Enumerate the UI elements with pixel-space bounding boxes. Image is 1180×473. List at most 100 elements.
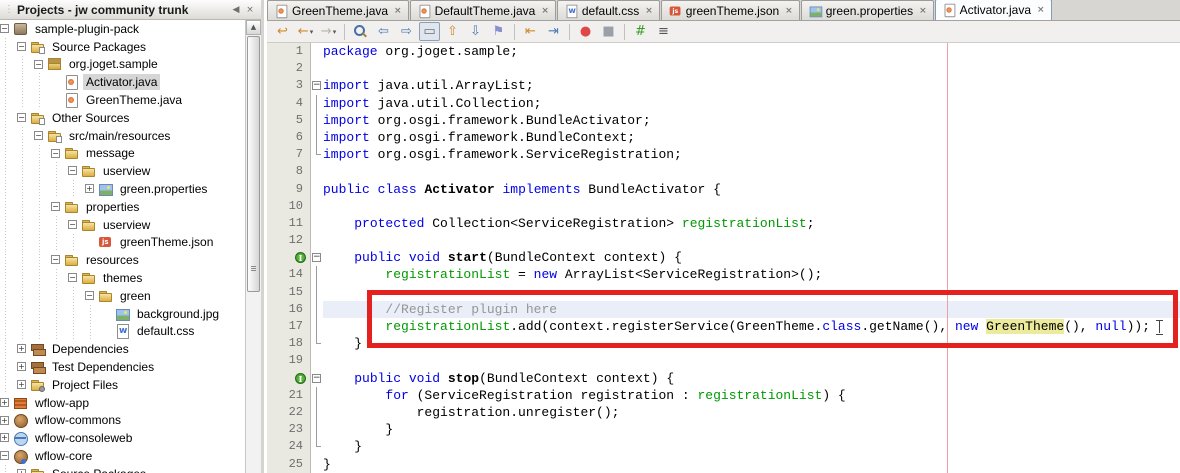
scroll-up-icon[interactable]: ▲ [246, 20, 261, 35]
toggle-highlight-search-icon[interactable]: ▭ [419, 22, 440, 41]
previous-bookmark-icon[interactable]: ⇧ [442, 22, 463, 41]
fold-column[interactable] [311, 94, 323, 112]
expander-icon[interactable]: + [0, 433, 9, 443]
fold-column[interactable] [311, 438, 323, 455]
tree-item-activator-java[interactable]: Activator.java [0, 73, 245, 92]
tree-item-wflow-commons[interactable]: + wflow-commons [0, 412, 245, 430]
implements-badge-icon[interactable]: I [295, 372, 306, 384]
expander-icon[interactable]: − [17, 41, 26, 51]
tree-item-wflow-core[interactable]: − wflow-core [0, 447, 245, 465]
fold-column[interactable] [311, 266, 323, 284]
find-selection-icon[interactable] [350, 22, 371, 41]
tab-green-properties[interactable]: green.properties × [800, 0, 934, 20]
tree-item-src-main-resources[interactable]: − src/main/resources [0, 126, 245, 145]
fold-column[interactable] [311, 181, 323, 198]
tab-greentheme-java[interactable]: GreenTheme.java × [267, 0, 409, 20]
tree-scrollbar[interactable]: ▲ [245, 20, 261, 473]
expander-icon[interactable]: + [0, 397, 9, 407]
fold-column[interactable] [311, 386, 323, 404]
fold-column[interactable] [311, 163, 323, 180]
close-icon[interactable]: × [243, 5, 257, 15]
fold-column[interactable] [311, 111, 323, 129]
expander-icon[interactable]: + [0, 415, 9, 425]
fold-column[interactable] [311, 300, 323, 318]
expander-icon[interactable]: − [68, 219, 77, 229]
dock-window-icon[interactable]: ◀ [229, 5, 243, 15]
fold-column[interactable] [311, 335, 323, 352]
toggle-bookmark-icon[interactable]: ⚑ [488, 22, 509, 41]
find-previous-icon[interactable]: ⇦ [373, 22, 394, 41]
tree-item-resources[interactable]: − resources [0, 251, 245, 270]
fold-collapse-icon[interactable]: − [312, 253, 321, 263]
record-macro-icon[interactable]: ● [575, 22, 596, 41]
tree-item-userview[interactable]: − userview [0, 162, 245, 181]
tree-item-source-packages[interactable]: + Source Packages [0, 464, 245, 473]
fold-column[interactable] [311, 421, 323, 439]
fold-collapse-icon[interactable]: − [312, 81, 321, 91]
tree-item-other-sources[interactable]: − Other Sources [0, 108, 245, 127]
fold-column[interactable] [311, 215, 323, 232]
next-bookmark-icon[interactable]: ⇩ [465, 22, 486, 41]
fold-column[interactable]: − [311, 249, 323, 266]
fold-column[interactable] [311, 318, 323, 336]
expander-icon[interactable]: − [0, 451, 9, 461]
tab-greentheme-json[interactable]: greenTheme.json × [660, 0, 800, 20]
tree-item-themes[interactable]: − themes [0, 269, 245, 287]
fold-column[interactable] [311, 232, 323, 249]
expander-icon[interactable]: − [85, 290, 94, 300]
fold-column[interactable] [311, 283, 323, 301]
tab-close-icon[interactable]: × [645, 6, 653, 16]
tree-item-green-properties[interactable]: + green.properties [0, 180, 245, 198]
fold-column[interactable] [311, 60, 323, 77]
expander-icon[interactable]: − [17, 112, 26, 122]
tab-activator-java[interactable]: Activator.java × [934, 0, 1052, 20]
find-next-icon[interactable]: ⇨ [396, 22, 417, 41]
fold-column[interactable] [311, 43, 323, 60]
expander-icon[interactable]: + [17, 468, 26, 473]
fold-column[interactable]: − [311, 77, 323, 94]
code-editor[interactable]: 1 package org.joget.sample; 2 3− import java… [267, 43, 1180, 473]
tree-item-greentheme-java[interactable]: GreenTheme.java [0, 91, 245, 109]
fold-column[interactable] [311, 403, 323, 422]
tree-item-background-jpg[interactable]: background.jpg [0, 304, 245, 323]
fold-column[interactable]: − [311, 370, 323, 387]
implements-badge-icon[interactable]: I [295, 252, 306, 264]
expander-icon[interactable]: + [17, 344, 26, 354]
tree-item-source-packages[interactable]: − Source Packages [0, 37, 245, 56]
tab-close-icon[interactable]: × [785, 6, 793, 16]
tree-item-wflow-consoleweb[interactable]: + wflow-consoleweb [0, 429, 245, 447]
last-edit-location-icon[interactable]: ↩ [272, 22, 293, 41]
tree-item-project-files[interactable]: + Project Files [0, 375, 245, 394]
tree-item-test-dependencies[interactable]: + Test Dependencies [0, 358, 245, 376]
tab-close-icon[interactable]: × [394, 6, 402, 16]
uncomment-icon[interactable]: ≡ [653, 22, 674, 41]
dropdown-caret-icon[interactable]: ▾ [310, 28, 314, 36]
forward-icon[interactable]: → ▾ [318, 22, 339, 41]
tree-item-properties[interactable]: − properties [0, 197, 245, 216]
scrollbar-thumb[interactable] [247, 36, 260, 292]
expander-icon[interactable]: − [51, 255, 60, 265]
fold-column[interactable] [311, 456, 323, 473]
tree-item-dependencies[interactable]: + Dependencies [0, 340, 245, 359]
expander-icon[interactable]: − [0, 24, 9, 33]
stop-macro-icon[interactable]: ■ [598, 22, 619, 41]
comment-icon[interactable]: # [630, 22, 651, 41]
back-icon[interactable]: ← ▾ [295, 22, 316, 41]
fold-column[interactable] [311, 198, 323, 215]
fold-column[interactable] [311, 146, 323, 163]
tree-item-org-joget-sample[interactable]: − org.joget.sample [0, 55, 245, 74]
shift-right-icon[interactable]: ⇥ [543, 22, 564, 41]
tree-item-userview[interactable]: − userview [0, 215, 245, 234]
tab-default-css[interactable]: default.css × [556, 0, 660, 20]
expander-icon[interactable]: − [68, 166, 77, 176]
tree-item-default-css[interactable]: default.css [0, 322, 245, 341]
shift-left-icon[interactable]: ⇤ [520, 22, 541, 41]
tab-close-icon[interactable]: × [541, 6, 549, 16]
tree-item-green[interactable]: − green [0, 286, 245, 305]
tree-item-greentheme-json[interactable]: greenTheme.json [0, 233, 245, 252]
tab-close-icon[interactable]: × [1037, 5, 1045, 15]
expander-icon[interactable]: + [17, 379, 26, 389]
tree-item-sample-plugin-pack[interactable]: − sample-plugin-pack [0, 20, 245, 38]
fold-collapse-icon[interactable]: − [312, 373, 321, 383]
tab-defaulttheme-java[interactable]: DefaultTheme.java × [409, 0, 556, 20]
